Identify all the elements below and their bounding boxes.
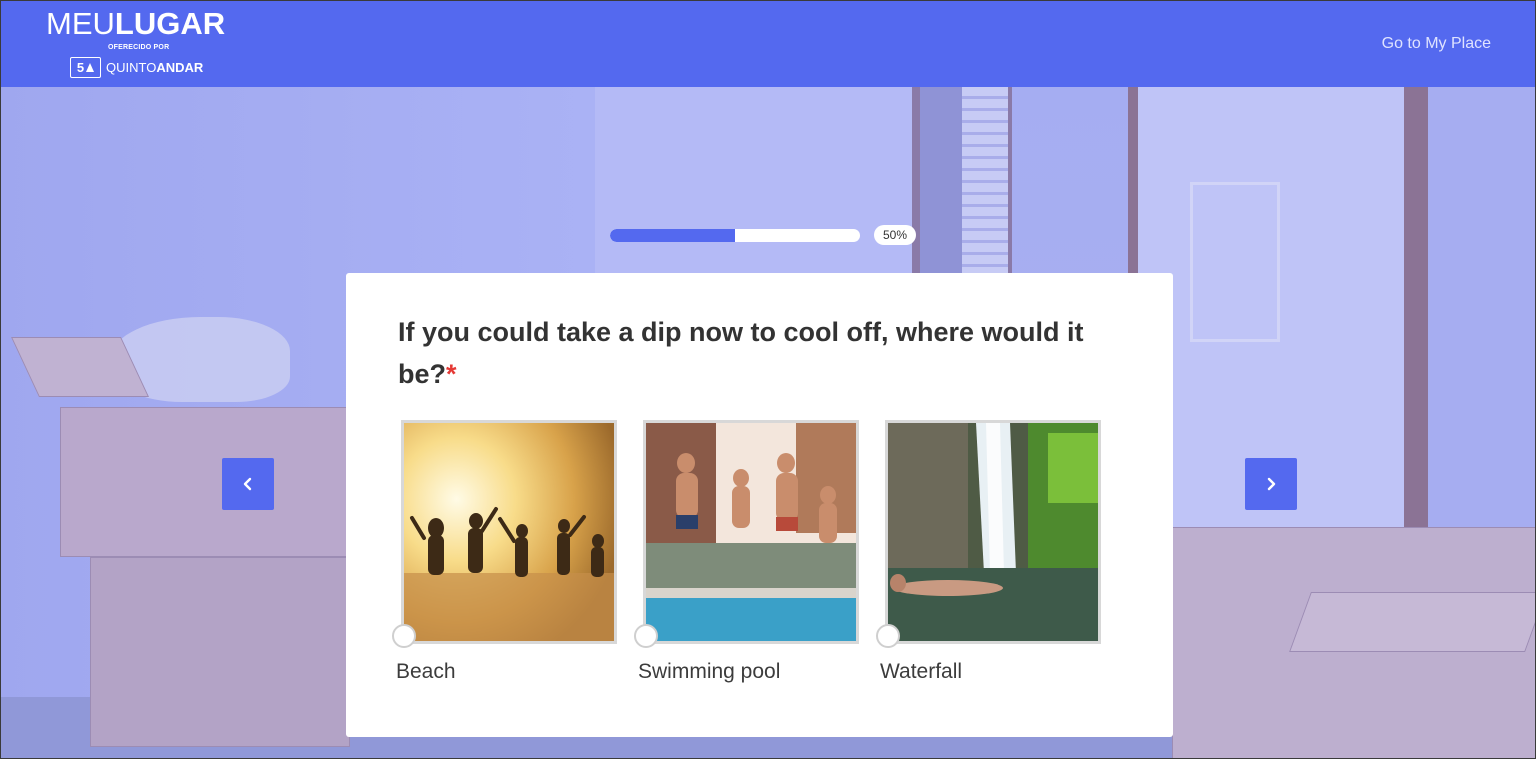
- partner-logo: 5 QUINTOANDAR: [70, 56, 203, 78]
- bg-door-slats: [962, 87, 1008, 287]
- partner-name: QUINTOANDAR: [106, 60, 203, 75]
- chevron-left-icon: [243, 477, 252, 491]
- logo-offered-by: OFERECIDO POR: [108, 44, 170, 51]
- progress-label: 50%: [874, 225, 916, 245]
- bg-window-pane: [1190, 182, 1280, 342]
- waterfall-photo[interactable]: [885, 420, 1101, 644]
- bg-box-open: [60, 407, 350, 557]
- waterfall-label: Waterfall: [880, 660, 963, 683]
- progress-bar: [610, 229, 860, 242]
- go-to-my-place-link[interactable]: Go to My Place: [1382, 35, 1491, 53]
- option-swimming-pool[interactable]: Swimming pool: [634, 420, 861, 683]
- bg-box-stacked: [90, 557, 350, 747]
- logo-wordmark: MEULUGAR: [46, 6, 225, 42]
- meulugar-logo[interactable]: MEULUGAR OFERECIDO POR 5 QUINTOANDAR: [46, 6, 236, 80]
- pool-image: [646, 423, 856, 641]
- top-header: MEULUGAR OFERECIDO POR 5 QUINTOANDAR Go …: [0, 0, 1536, 87]
- logo-light-text: MEU: [46, 6, 115, 41]
- beach-radio[interactable]: [392, 624, 416, 648]
- question-card: If you could take a dip now to cool off,…: [346, 273, 1173, 737]
- partner-triangle-icon: [86, 62, 95, 72]
- partner-badge-number: 5: [76, 59, 85, 75]
- waterfall-image: [888, 423, 1098, 641]
- logo-bold-text: LUGAR: [114, 6, 226, 41]
- option-waterfall[interactable]: Waterfall: [876, 420, 1103, 683]
- pool-photo[interactable]: [643, 420, 859, 644]
- required-asterisk: *: [446, 359, 457, 389]
- question-text: If you could take a dip now to cool off,…: [398, 317, 1084, 389]
- pool-radio[interactable]: [634, 624, 658, 648]
- next-button[interactable]: [1245, 458, 1297, 510]
- question-title: If you could take a dip now to cool off,…: [398, 311, 1128, 395]
- beach-photo[interactable]: [401, 420, 617, 644]
- progress-fill: [610, 229, 735, 242]
- partner-name-bold: ANDAR: [156, 59, 204, 75]
- beach-label: Beach: [396, 660, 456, 683]
- waterfall-radio[interactable]: [876, 624, 900, 648]
- partner-badge-icon: 5: [70, 56, 101, 78]
- previous-button[interactable]: [222, 458, 274, 510]
- chevron-right-icon: [1267, 477, 1276, 491]
- bg-box-right-flap: [1289, 592, 1536, 652]
- option-beach[interactable]: Beach: [392, 420, 619, 683]
- partner-name-light: QUINTO: [106, 59, 157, 75]
- beach-image: [404, 423, 614, 641]
- pool-label: Swimming pool: [638, 660, 781, 683]
